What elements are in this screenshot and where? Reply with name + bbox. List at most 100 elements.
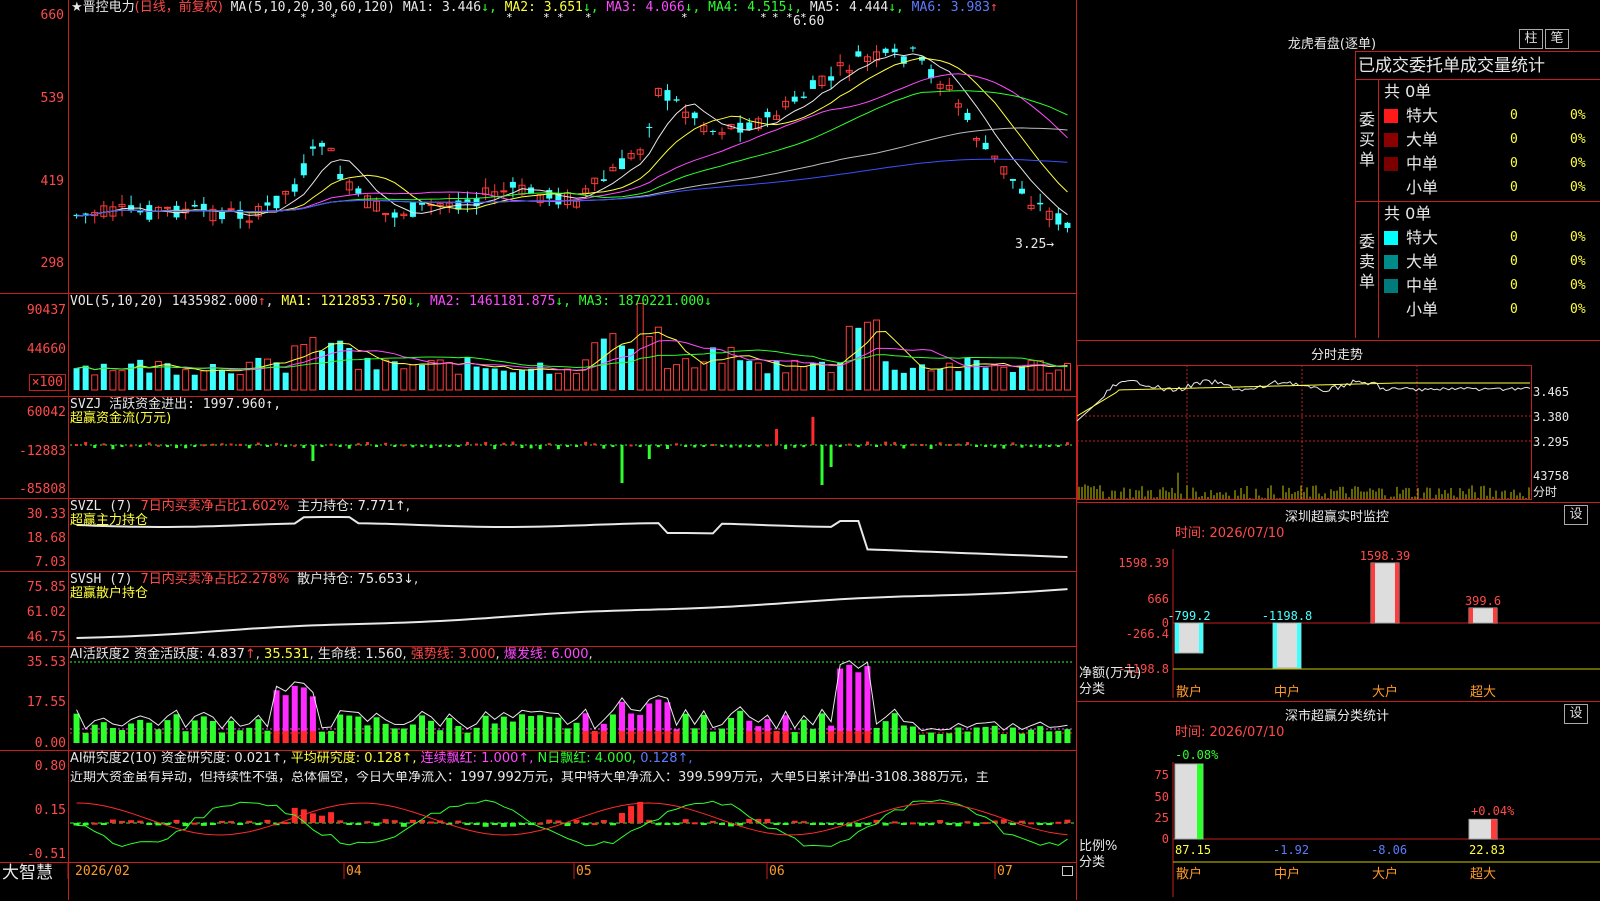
candle-body [1064,222,1071,228]
flow-bar [947,443,951,446]
activity-bar [500,716,507,743]
bar-edge [1493,607,1497,623]
volume-bar [473,366,480,390]
research-bar [391,820,398,823]
activity-bar [709,731,716,743]
research-bar [628,806,635,823]
order-size-label: 特大 [1406,106,1439,125]
volume-bar [373,369,380,390]
sz-monitor-panel[interactable]: 深圳超赢实时监控 设 时间: 2026/07/10 1598.39 666 0 -26… [1077,502,1600,702]
activity-base [582,731,589,743]
flow-bar [402,444,406,447]
intraday-panel[interactable]: 分时走势 3.465 3.380 3.295 43758 分时 [1076,340,1600,503]
flow-bar [556,445,560,450]
flow-bar [856,445,860,448]
research-bar [555,820,562,823]
candle-body [746,122,753,130]
order-pct: 0% [1570,132,1586,147]
candlestick-chart: * * * * * * * * * * * [73,11,1071,233]
tick-mode-button[interactable]: 笔 [1545,29,1569,49]
candle-body [909,47,916,49]
activity-bar [173,714,180,743]
activity-bar [937,733,944,743]
research-line [76,802,1068,836]
activity-bar [73,713,80,743]
kline-panel[interactable]: 660 539 419 298 * * * * * * * * * * * ★晋控电力(日线，前复权… [0,0,1077,293]
activity-bar [1000,734,1007,743]
candle-body [619,158,625,170]
sz-class-panel[interactable]: 深市超赢分类统计 设 时间: 2026/07/10 75 50 25 0 87.15 散户… [1077,701,1600,901]
order-pct: 0% [1570,302,1586,317]
flow-bar [511,441,515,445]
main-chart-area[interactable]: 660 539 419 298 * * * * * * * * * * * ★晋控电力(日线，前复权… [0,0,1077,900]
order-pct: 0% [1570,230,1586,245]
ma-item: MA3: 1870221.000 [578,294,704,309]
volume-bar [500,370,507,390]
category-label: 中户 [1274,684,1300,700]
price-line [1076,379,1531,422]
unit-label: 比例% [1079,839,1118,854]
volume-bar [445,362,453,391]
flow-bar [829,445,833,467]
activity-bar [537,715,544,743]
main-holding-line [76,516,1068,558]
flow-bar [656,445,660,448]
activity-bar [700,714,707,743]
research-bar [573,819,580,823]
value-label: -1.92 [1273,843,1309,857]
candle-body [709,131,716,133]
svsh-panel[interactable]: 75.85 61.02 46.75 SVSH (7) 7日内买卖净占比2.278… [0,572,1077,646]
activity-bar [264,730,271,743]
activity-bar [373,717,380,743]
svzl-panel[interactable]: 30.33 18.68 7.03 SVZL (7) 7日内买卖净占比1.602%… [0,499,1077,571]
y-label: 0 [1162,832,1169,846]
candle-body [319,142,325,147]
activity-bar [255,719,262,743]
research-bar [709,820,716,823]
volume-bar [782,372,790,391]
ai-research-panel[interactable]: 0.80 0.15 -0.51 AI研究度2(10) 资金研究度: 0.021↑… [0,751,1077,862]
flow-bar [502,442,506,445]
activity-bar [800,719,807,743]
order-size-label: 特大 [1406,228,1439,247]
flow-bar [1002,445,1006,449]
ai-active-panel[interactable]: 35.53 17.55 0.00 AI活跃度2 资金活跃度: 4.837↑, 3… [0,647,1077,751]
svzj-panel[interactable]: 60042 -12883 -85808 SVZJ 活跃资金进出: 1997.96… [0,397,1077,498]
flow-bar [984,445,988,447]
bar-mode-button[interactable]: 柱 [1519,29,1543,49]
order-count: 0 [1510,230,1518,245]
volume-panel[interactable]: 90437 44660 ×100 VOL(5,10,20) 1435982.00… [0,294,1077,396]
flow-bar [720,445,724,447]
flow-bar [338,445,342,447]
research-bar [237,823,244,825]
ai2-prefix: AI研究度2(10) [70,751,157,766]
activity-bar [119,730,125,743]
research-bar [955,823,962,827]
vol-value: 1435982.000 [171,294,258,309]
candle-body [882,48,889,53]
flow-bar [329,443,333,446]
research-bar [264,819,271,823]
ma-line [76,158,1068,217]
activity-bar [873,727,880,743]
ai2-header: AI研究度2(10) 资金研究度: 0.021↑, 平均研究度: 0.128↑,… [70,752,693,766]
lock-icon[interactable] [1062,866,1073,876]
order-count: 0 [1510,132,1518,147]
activity-bar [991,725,998,743]
research-bar [891,821,898,824]
flow-bar [156,444,160,447]
research-bar [346,823,353,825]
activity-base [637,731,644,743]
activity-base [309,731,316,743]
flow-bar [820,445,824,485]
candle-body [82,213,89,215]
flow-bar [302,445,306,448]
volume-bar [1000,366,1008,391]
value-label: 399.6 [1465,594,1501,608]
volume-bar [464,357,471,390]
ai1-p5: 爆发线: 6.000 [503,647,589,662]
research-bar [700,823,707,825]
activity-line [76,660,1068,732]
lhkp-panel[interactable]: 龙虎看盘(逐单) 柱 笔 已成交委托单成交量统计 委买单 委卖单 共 0单 特大 0… [1077,0,1600,340]
order-total: 共 0单 [1384,82,1432,101]
